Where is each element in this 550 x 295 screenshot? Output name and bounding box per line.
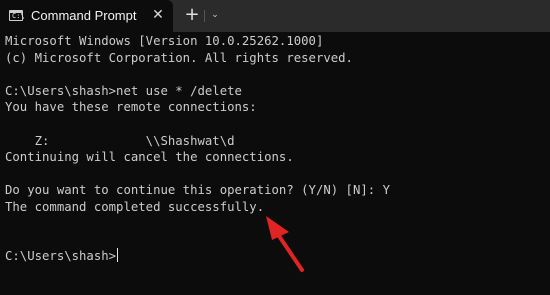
prompt-line: C:\Users\shash> [5, 248, 119, 265]
tab-title: Command Prompt [31, 8, 137, 23]
close-icon[interactable]: ✕ [150, 7, 166, 23]
new-tab-button[interactable]: + [183, 6, 201, 24]
terminal-line: Microsoft Windows [Version 10.0.25262.10… [5, 34, 324, 48]
prompt-text: C:\Users\shash> [5, 249, 117, 263]
terminal-line: Z: \\Shashwat\d [5, 134, 235, 148]
text-cursor [117, 248, 119, 262]
terminal-line: Do you want to continue this operation? … [5, 183, 390, 197]
terminal-line: C:\Users\shash>net use * /delete [5, 84, 242, 98]
tab-divider [204, 10, 205, 22]
terminal-line: (c) Microsoft Corporation. All rights re… [5, 51, 353, 65]
terminal-output[interactable]: Microsoft Windows [Version 10.0.25262.10… [0, 32, 550, 295]
terminal-icon: C:\ [9, 10, 25, 21]
chevron-down-icon[interactable]: ⌄ [209, 8, 221, 22]
title-bar: C:\ Command Prompt ✕ + ⌄ [0, 0, 550, 32]
terminal-line: The command completed successfully. [5, 200, 265, 214]
terminal-line: Continuing will cancel the connections. [5, 150, 294, 164]
terminal-line: You have these remote connections: [5, 100, 257, 114]
tab-command-prompt[interactable]: C:\ Command Prompt ✕ [0, 0, 173, 32]
